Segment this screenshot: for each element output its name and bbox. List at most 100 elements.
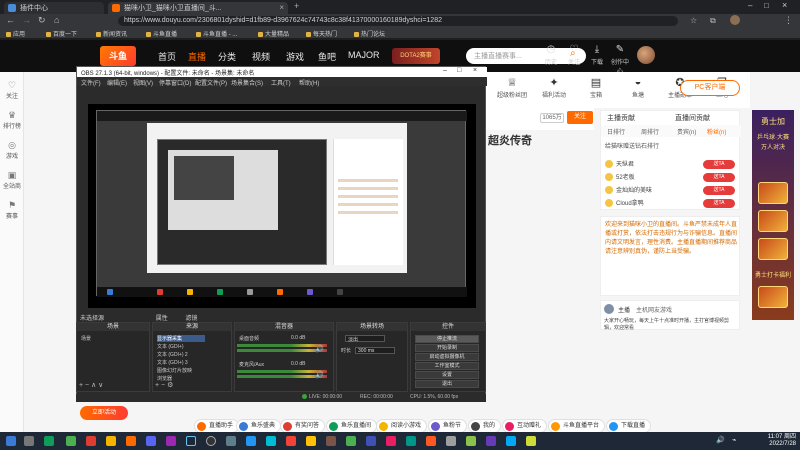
strip-item-welfare[interactable]: ✦ 福利活动	[534, 76, 574, 99]
tab-daily[interactable]: 日排行	[607, 127, 625, 136]
app-icon[interactable]	[106, 436, 116, 446]
menu-view[interactable]: 视图(V)	[133, 78, 153, 87]
app-icon[interactable]	[486, 436, 496, 446]
menu-dots-icon[interactable]: ⋮	[784, 15, 793, 26]
menu-help[interactable]: 帮助(H)	[299, 78, 319, 87]
start-icon[interactable]	[6, 436, 16, 446]
app-icon[interactable]	[326, 436, 336, 446]
speaker-icon[interactable]: 🔊	[315, 371, 324, 379]
gear-icon[interactable]: ⚙	[167, 382, 173, 389]
bottom-chip[interactable]: 互动赠礼	[502, 419, 548, 433]
virtual-camera-button[interactable]: 启动虚拟摄像机	[415, 353, 479, 361]
douyu-logo[interactable]: 斗鱼	[100, 46, 136, 66]
stop-streaming-button[interactable]: 停止推流	[415, 335, 479, 343]
network-icon[interactable]: ⌁	[732, 436, 736, 444]
obs-preview-canvas[interactable]	[88, 104, 476, 308]
history-button[interactable]: ◷ 历史	[540, 44, 562, 66]
app-icon[interactable]	[226, 436, 236, 446]
source-item[interactable]: 图像幻灯片放映	[157, 367, 192, 374]
close-window-icon[interactable]: ×	[782, 0, 787, 10]
maximize-window-icon[interactable]: □	[764, 1, 769, 10]
app-icon[interactable]	[446, 436, 456, 446]
tab-vip[interactable]: 贵宾(n)	[677, 127, 696, 136]
app-icon[interactable]	[166, 436, 176, 446]
app-icon[interactable]	[346, 436, 356, 446]
remove-icon[interactable]: −	[161, 382, 165, 389]
user-avatar[interactable]	[637, 46, 655, 64]
tab-fans[interactable]: 粉丝(n)	[707, 127, 726, 136]
nav-item-game[interactable]: 游戏	[286, 50, 304, 63]
move-up-icon[interactable]: ∧	[91, 382, 96, 389]
download-button[interactable]: ⤓ 下载	[586, 44, 608, 66]
bottom-chip[interactable]: 我的	[468, 419, 502, 433]
bottom-chip[interactable]: 直播助手	[194, 419, 240, 433]
menu-edit[interactable]: 编辑(E)	[107, 78, 127, 87]
app-icon[interactable]	[286, 436, 296, 446]
follow-button[interactable]: 关注	[567, 111, 593, 124]
obs-maximize-icon[interactable]: □	[457, 67, 461, 74]
sidebar-item-events[interactable]: ⚑ 赛事	[0, 200, 24, 220]
system-clock[interactable]: 11:07 周四 2022/7/28	[752, 434, 796, 448]
obs-minimize-icon[interactable]: –	[443, 67, 447, 74]
transition-duration[interactable]: 时长 300 ms	[341, 347, 396, 355]
bottom-chip[interactable]: 有奖问答	[280, 419, 326, 433]
app-icon[interactable]	[266, 436, 276, 446]
strip-item-pond[interactable]: ◒ 鱼塘	[618, 76, 658, 99]
xbox-icon[interactable]	[44, 436, 54, 446]
follow-list-button[interactable]: ♡ 关注	[563, 44, 585, 66]
creator-center-button[interactable]: ✎创作中心	[609, 44, 631, 75]
obs-icon[interactable]	[206, 436, 216, 446]
bottom-chip[interactable]: 鱼粉节	[428, 419, 468, 433]
chat-user[interactable]: 主播 主机网友游戏	[618, 305, 672, 314]
nav-item-major[interactable]: MAJOR	[348, 50, 380, 60]
steam-icon[interactable]	[186, 436, 196, 446]
bookmark-item[interactable]: 热门论坛	[354, 29, 385, 38]
nav-item-home[interactable]: 首页	[158, 50, 176, 63]
source-item[interactable]: 显示器采集	[157, 335, 205, 342]
bookmark-item[interactable]: 新闻资讯	[96, 29, 127, 38]
bookmark-item[interactable]: 每天热门	[306, 29, 337, 38]
bookmark-star-icon[interactable]: ☆	[690, 16, 697, 25]
rank-row[interactable]: 52老板 送TA	[605, 172, 737, 184]
app-icon[interactable]	[466, 436, 476, 446]
app-icon[interactable]	[386, 436, 396, 446]
bottom-chip[interactable]: 鱼乐直播间	[326, 419, 378, 433]
profile-avatar-icon[interactable]	[730, 15, 740, 25]
activity-button[interactable]: 立即活动	[80, 406, 128, 420]
gift-button[interactable]: 送TA	[703, 173, 735, 182]
app-icon[interactable]	[86, 436, 96, 446]
app-icon[interactable]	[126, 436, 136, 446]
pc-client-button[interactable]: PC客户端	[680, 80, 740, 96]
studio-mode-button[interactable]: 工作室模式	[415, 362, 479, 370]
bookmark-item[interactable]: 斗鱼直播 - ...	[196, 29, 237, 38]
app-icon[interactable]	[526, 436, 536, 446]
menu-profile[interactable]: 配置文件(P)	[195, 78, 227, 87]
promo-card[interactable]	[758, 182, 788, 204]
event-promo-banner[interactable]: 勇士加 乒乓球·大赛 万人对决 勇士打卡福利	[752, 110, 794, 320]
promo-card[interactable]	[758, 210, 788, 232]
rank-row[interactable]: 金灿灿的美味 送TA	[605, 185, 737, 197]
add-icon[interactable]: +	[155, 382, 159, 389]
exit-button[interactable]: 退出	[415, 380, 479, 388]
browser-tab[interactable]: 插件中心	[4, 2, 104, 14]
scene-item[interactable]: 场景	[81, 335, 91, 342]
sidebar-item-rank[interactable]: ♛ 排行榜	[0, 110, 24, 130]
app-icon[interactable]	[366, 436, 376, 446]
tab-weekly[interactable]: 周排行	[641, 127, 659, 136]
source-item[interactable]: 文本 (GDI+)	[157, 343, 184, 350]
nav-item-category[interactable]: 分类	[218, 50, 236, 63]
minimize-window-icon[interactable]: –	[748, 1, 752, 10]
sidebar-item-mall[interactable]: ▣ 全站商	[0, 170, 24, 190]
reload-icon[interactable]: ↻	[38, 15, 46, 26]
bookmark-item[interactable]: 大量精品	[258, 29, 289, 38]
back-icon[interactable]: ←	[6, 15, 15, 25]
chat-avatar[interactable]	[604, 304, 614, 314]
url-input[interactable]: https://www.douyu.com/2306801dyshid=d1fb…	[118, 16, 678, 26]
app-icon[interactable]	[426, 436, 436, 446]
source-item[interactable]: 文本 (GDI+) 2	[157, 351, 188, 358]
nav-item-video[interactable]: 视频	[252, 50, 270, 63]
sidebar-item-follow[interactable]: ♡ 关注	[0, 80, 24, 100]
bottom-chip[interactable]: 下载直播	[606, 419, 652, 433]
bookmark-item[interactable]: 应用	[6, 29, 25, 38]
nav-item-fishbar[interactable]: 鱼吧	[318, 50, 336, 63]
